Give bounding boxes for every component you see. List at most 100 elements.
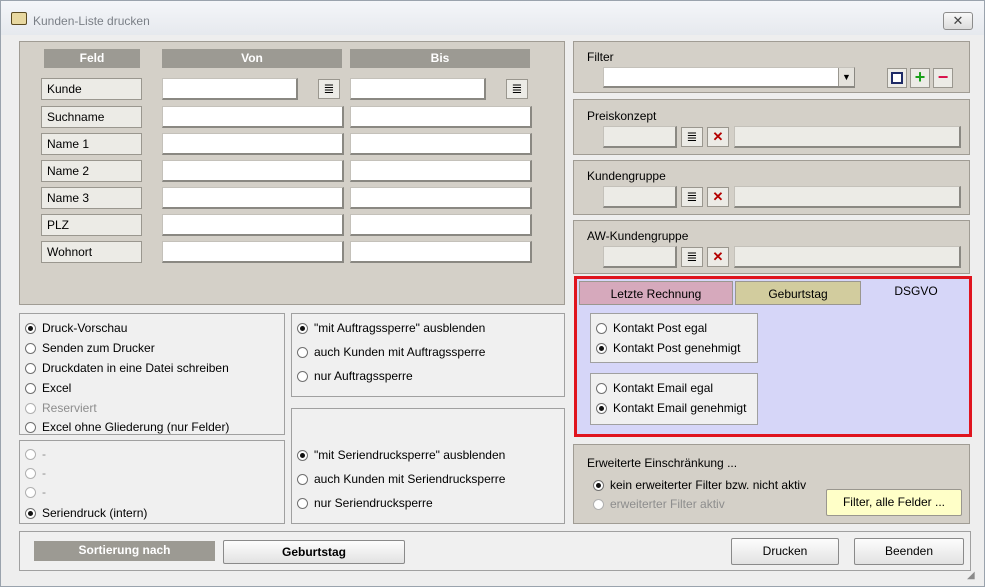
radio-icon: [297, 370, 308, 382]
radio-icon: [25, 448, 36, 460]
aw-kundengruppe-description: [734, 246, 961, 268]
name1-bis-input[interactable]: [350, 133, 532, 155]
close-icon: ✕: [712, 129, 724, 144]
field-label-kunde: Kunde: [41, 78, 142, 100]
auftragssperre-group: "mit Auftragssperre" ausblenden auch Kun…: [291, 313, 565, 397]
aw-kundengruppe-clear-button[interactable]: ✕: [707, 247, 729, 267]
list-icon: ≣: [323, 81, 335, 96]
auftrag-option-only[interactable]: nur Auftragssperre: [297, 368, 413, 384]
tab-letzte-rechnung[interactable]: Letzte Rechnung: [579, 281, 733, 305]
filter-select[interactable]: ▼: [603, 67, 855, 88]
radio-icon: [297, 346, 308, 358]
name2-bis-input[interactable]: [350, 160, 532, 182]
field-label-suchname: Suchname: [41, 106, 142, 128]
plz-von-input[interactable]: [162, 214, 344, 236]
post-option-egal[interactable]: Kontakt Post egal: [596, 320, 707, 336]
email-option-genehmigt[interactable]: Kontakt Email genehmigt: [596, 400, 746, 416]
kundengruppe-clear-button[interactable]: ✕: [707, 187, 729, 207]
sort-label: Sortierung nach: [34, 541, 215, 561]
radio-icon: [25, 467, 36, 479]
preiskonzept-list-button[interactable]: ≣: [681, 127, 703, 147]
extra-option-3: -: [25, 484, 46, 500]
name3-bis-input[interactable]: [350, 187, 532, 209]
radio-icon: [25, 322, 36, 334]
exit-button[interactable]: Beenden: [854, 538, 964, 565]
preiskonzept-panel: Preiskonzept ≣ ✕: [573, 99, 970, 155]
preiskonzept-title: Preiskonzept: [587, 109, 657, 123]
close-button[interactable]: ✕: [943, 12, 973, 30]
sort-field-button[interactable]: Geburtstag: [223, 540, 405, 564]
header-von: Von: [162, 49, 342, 68]
radio-icon: [25, 486, 36, 498]
kundengruppe-title: Kundengruppe: [587, 169, 666, 183]
header-feld: Feld: [44, 49, 140, 68]
auftrag-option-include[interactable]: auch Kunden mit Auftragssperre: [297, 344, 485, 360]
filter-all-fields-button[interactable]: Filter, alle Felder ...: [826, 489, 962, 516]
save-icon: [891, 72, 903, 84]
list-icon: ≣: [686, 249, 698, 264]
output-option-excel-flat[interactable]: Excel ohne Gliederung (nur Felder): [25, 419, 229, 435]
aw-kundengruppe-panel: AW-Kundengruppe ≣ ✕: [573, 220, 970, 274]
plus-icon: +: [914, 67, 926, 87]
extra-option-1: -: [25, 446, 46, 462]
name2-von-input[interactable]: [162, 160, 344, 182]
filter-save-button[interactable]: [887, 68, 907, 88]
wohnort-bis-input[interactable]: [350, 241, 532, 263]
kundengruppe-panel: Kundengruppe ≣ ✕: [573, 160, 970, 215]
dialog-window: Kunden-Liste drucken ✕ Feld Von Bis Kund…: [0, 0, 985, 587]
close-icon: ✕: [712, 249, 724, 264]
post-option-genehmigt[interactable]: Kontakt Post genehmigt: [596, 340, 740, 356]
erweitert-option-inactive[interactable]: kein erweiterter Filter bzw. nicht aktiv: [593, 477, 806, 493]
output-option-reserved: Reserviert: [25, 400, 97, 416]
tab-geburtstag[interactable]: Geburtstag: [735, 281, 861, 305]
print-button[interactable]: Drucken: [731, 538, 839, 565]
serien-option-include[interactable]: auch Kunden mit Seriendrucksperre: [297, 471, 505, 487]
name1-von-input[interactable]: [162, 133, 344, 155]
extra-option-seriendruck[interactable]: Seriendruck (intern): [25, 505, 147, 521]
suchname-bis-input[interactable]: [350, 106, 532, 128]
radio-icon: [596, 322, 607, 334]
post-contact-group: Kontakt Post egal Kontakt Post genehmigt: [590, 313, 758, 363]
radio-icon: [297, 449, 308, 461]
field-label-name3: Name 3: [41, 187, 142, 209]
kunde-bis-input[interactable]: [350, 78, 486, 100]
resize-grip-icon[interactable]: ◢: [967, 569, 981, 583]
kundengruppe-input[interactable]: [603, 186, 677, 208]
serien-option-hide[interactable]: "mit Seriendrucksperre" ausblenden: [297, 447, 505, 463]
name3-von-input[interactable]: [162, 187, 344, 209]
output-option-preview[interactable]: Druck-Vorschau: [25, 320, 127, 336]
email-option-egal[interactable]: Kontakt Email egal: [596, 380, 713, 396]
kunde-bis-list-button[interactable]: ≣: [506, 79, 528, 99]
radio-icon: [297, 497, 308, 509]
plz-bis-input[interactable]: [350, 214, 532, 236]
radio-icon: [25, 362, 36, 374]
preiskonzept-clear-button[interactable]: ✕: [707, 127, 729, 147]
kunde-von-input[interactable]: [162, 78, 298, 100]
suchname-von-input[interactable]: [162, 106, 344, 128]
filter-title: Filter: [587, 50, 614, 64]
radio-icon: [25, 402, 36, 414]
seriendrucksperre-group: "mit Seriendrucksperre" ausblenden auch …: [291, 408, 565, 524]
kundengruppe-list-button[interactable]: ≣: [681, 187, 703, 207]
list-icon: ≣: [511, 81, 523, 96]
output-option-printer[interactable]: Senden zum Drucker: [25, 340, 155, 356]
kunde-von-list-button[interactable]: ≣: [318, 79, 340, 99]
kundengruppe-description: [734, 186, 961, 208]
tab-dsgvo[interactable]: DSGVO: [863, 279, 969, 303]
serien-option-only[interactable]: nur Seriendrucksperre: [297, 495, 433, 511]
radio-icon: [25, 421, 36, 433]
preiskonzept-input[interactable]: [603, 126, 677, 148]
auftrag-option-hide[interactable]: "mit Auftragssperre" ausblenden: [297, 320, 485, 336]
list-icon: ≣: [686, 189, 698, 204]
filter-add-button[interactable]: +: [910, 68, 930, 88]
wohnort-von-input[interactable]: [162, 241, 344, 263]
aw-kundengruppe-list-button[interactable]: ≣: [681, 247, 703, 267]
aw-kundengruppe-input[interactable]: [603, 246, 677, 268]
window-title: Kunden-Liste drucken: [33, 14, 150, 28]
radio-icon: [596, 382, 607, 394]
output-option-file[interactable]: Druckdaten in eine Datei schreiben: [25, 360, 229, 376]
filter-remove-button[interactable]: −: [933, 68, 953, 88]
radio-icon: [596, 402, 607, 414]
extra-options-group: - - - Seriendruck (intern): [19, 440, 285, 524]
output-option-excel[interactable]: Excel: [25, 380, 71, 396]
